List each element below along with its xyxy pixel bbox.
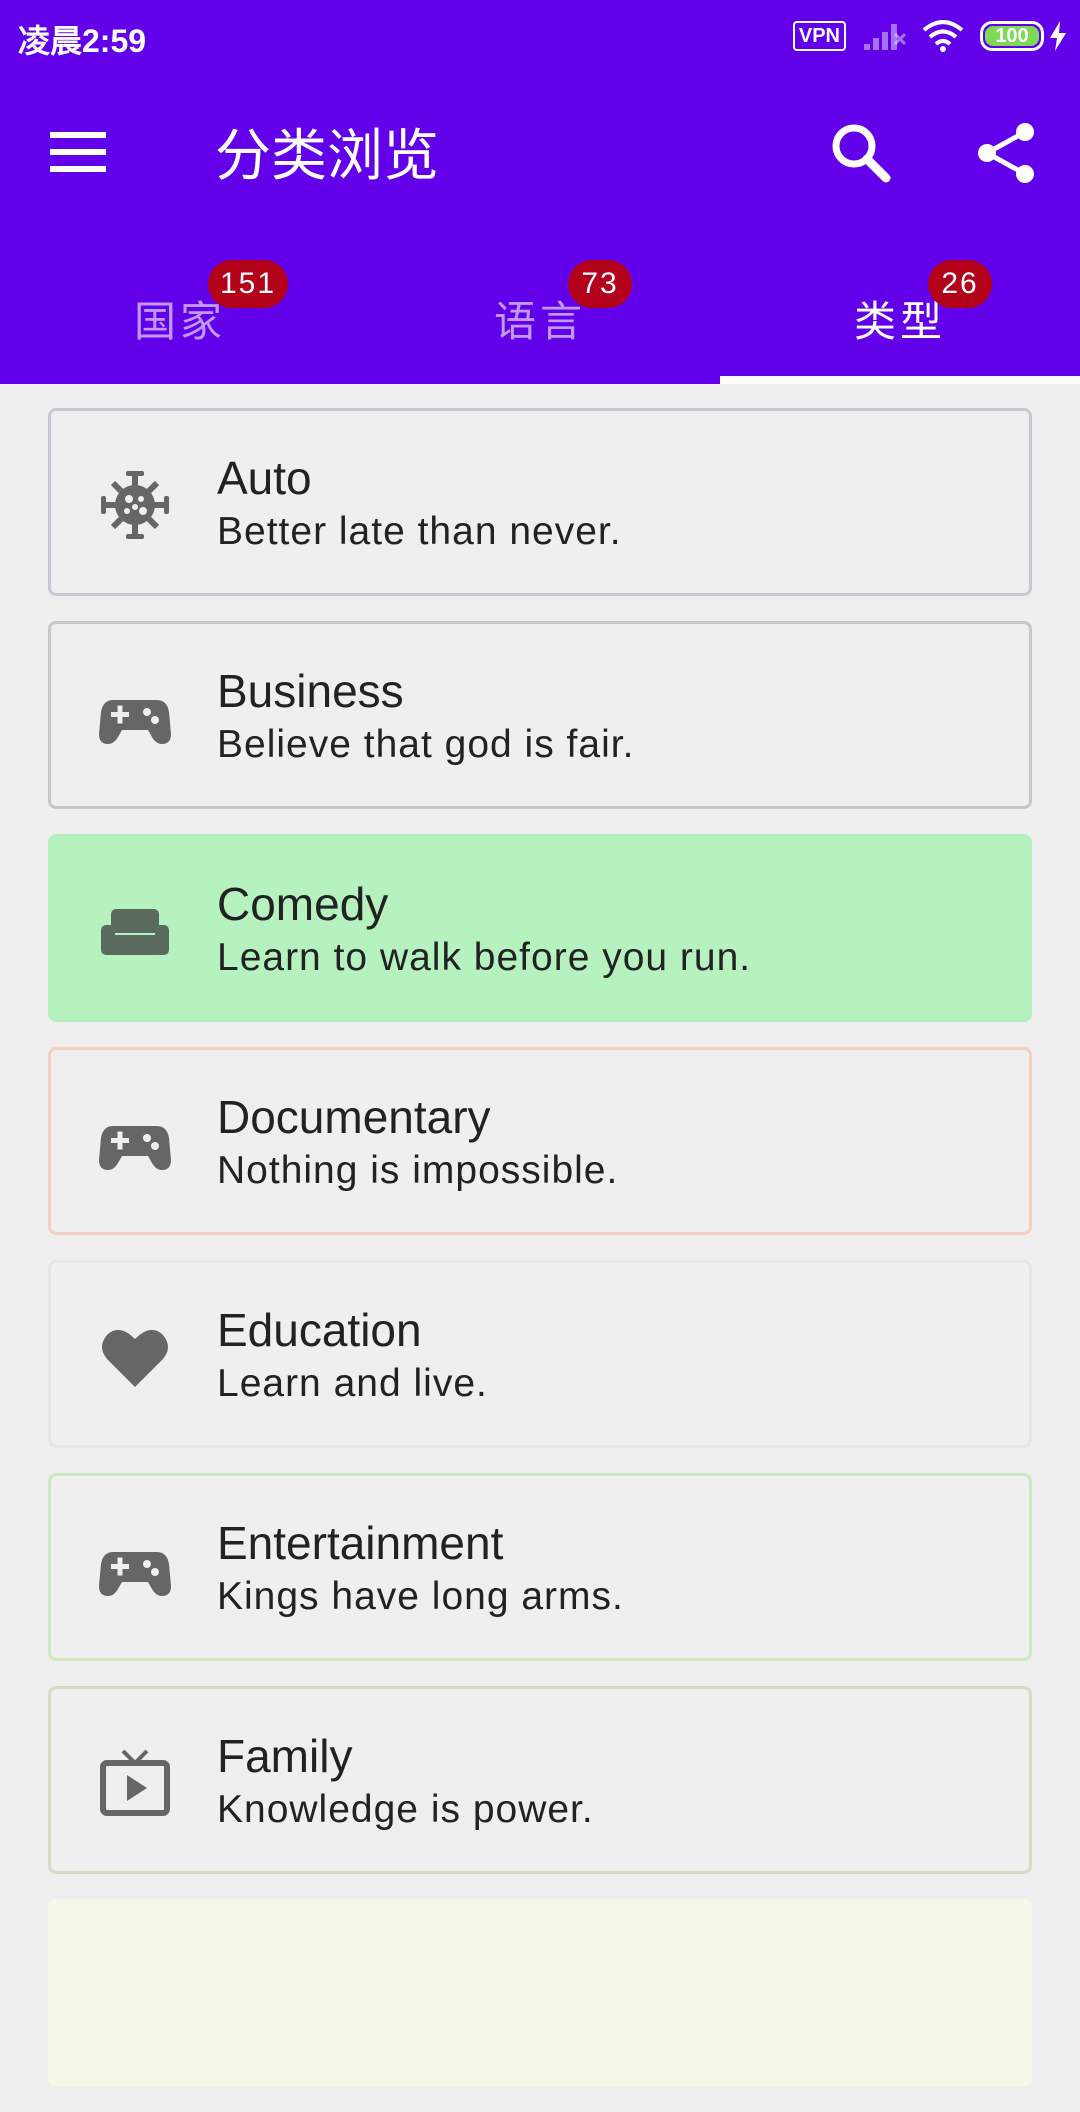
- category-title: Comedy: [217, 878, 389, 930]
- category-subtitle: Learn and live.: [217, 1362, 488, 1405]
- gamepad-icon: [99, 1126, 171, 1170]
- tab-country[interactable]: 国家 151: [0, 240, 360, 384]
- tab-language[interactable]: 语言 73: [360, 240, 720, 384]
- category-card-business[interactable]: Business Believe that god is fair.: [48, 621, 1032, 809]
- share-button[interactable]: [975, 122, 1045, 192]
- category-title: Entertainment: [217, 1517, 504, 1569]
- wifi-icon: [922, 20, 964, 52]
- page-title: 分类浏览: [215, 124, 439, 187]
- virus-icon: [101, 471, 169, 539]
- status-bar: 凌晨2:59 VPN 100: [0, 0, 1080, 72]
- charging-icon: [1050, 21, 1066, 51]
- category-card-auto[interactable]: Auto Better late than never.: [48, 408, 1032, 596]
- category-card-education[interactable]: Education Learn and live.: [48, 1260, 1032, 1448]
- category-card-partial[interactable]: [48, 1899, 1032, 2087]
- vpn-icon: VPN: [792, 21, 846, 51]
- category-subtitle: Better late than never.: [217, 510, 622, 553]
- category-tabs: 国家 151 语言 73 类型 26: [0, 240, 1080, 384]
- hamburger-menu-icon: [50, 132, 106, 172]
- category-list: Auto Better late than never. Business Be…: [48, 408, 1032, 2112]
- active-tab-indicator: [720, 376, 1080, 384]
- category-card-entertainment[interactable]: Entertainment Kings have long arms.: [48, 1473, 1032, 1661]
- search-icon: [832, 124, 891, 183]
- category-title: Business: [217, 665, 404, 717]
- menu-button[interactable]: [50, 130, 118, 186]
- tab-label: 类型: [853, 298, 946, 345]
- category-subtitle: Believe that god is fair.: [217, 723, 635, 766]
- category-subtitle: Nothing is impossible.: [217, 1149, 619, 1192]
- category-title: Family: [217, 1730, 353, 1782]
- category-card-comedy[interactable]: Comedy Learn to walk before you run.: [48, 834, 1032, 1022]
- signal-icon: [864, 24, 906, 50]
- category-title: Education: [217, 1304, 422, 1356]
- app-header: 凌晨2:59 VPN 100 分类浏览 国家 151 语言 73 类型 26: [0, 0, 1080, 384]
- heart-icon: [102, 1329, 168, 1387]
- status-icons: VPN 100: [792, 18, 1068, 54]
- battery-level: 100: [985, 26, 1039, 46]
- tab-label: 国家: [133, 298, 226, 345]
- search-button[interactable]: [830, 122, 900, 192]
- count-badge: 151: [208, 260, 289, 308]
- couch-icon: [101, 909, 169, 955]
- battery-indicator: 100: [980, 21, 1068, 51]
- app-bar: 分类浏览: [0, 72, 1080, 240]
- gamepad-icon: [99, 700, 171, 744]
- category-subtitle: Kings have long arms.: [217, 1575, 624, 1618]
- tab-label: 语言: [493, 298, 586, 345]
- category-card-documentary[interactable]: Documentary Nothing is impossible.: [48, 1047, 1032, 1235]
- tv-icon: [100, 1749, 170, 1816]
- category-card-family[interactable]: Family Knowledge is power.: [48, 1686, 1032, 1874]
- count-badge: 73: [568, 260, 632, 308]
- category-subtitle: Learn to walk before you run.: [217, 936, 752, 979]
- count-badge: 26: [928, 260, 992, 308]
- category-subtitle: Knowledge is power.: [217, 1788, 594, 1831]
- category-title: Auto: [217, 452, 312, 504]
- battery-icon: 100: [980, 21, 1044, 51]
- category-title: Documentary: [217, 1091, 491, 1143]
- status-time: 凌晨2:59: [18, 23, 147, 59]
- share-icon: [978, 123, 1034, 183]
- gamepad-icon: [99, 1552, 171, 1596]
- tab-genre[interactable]: 类型 26: [720, 240, 1080, 384]
